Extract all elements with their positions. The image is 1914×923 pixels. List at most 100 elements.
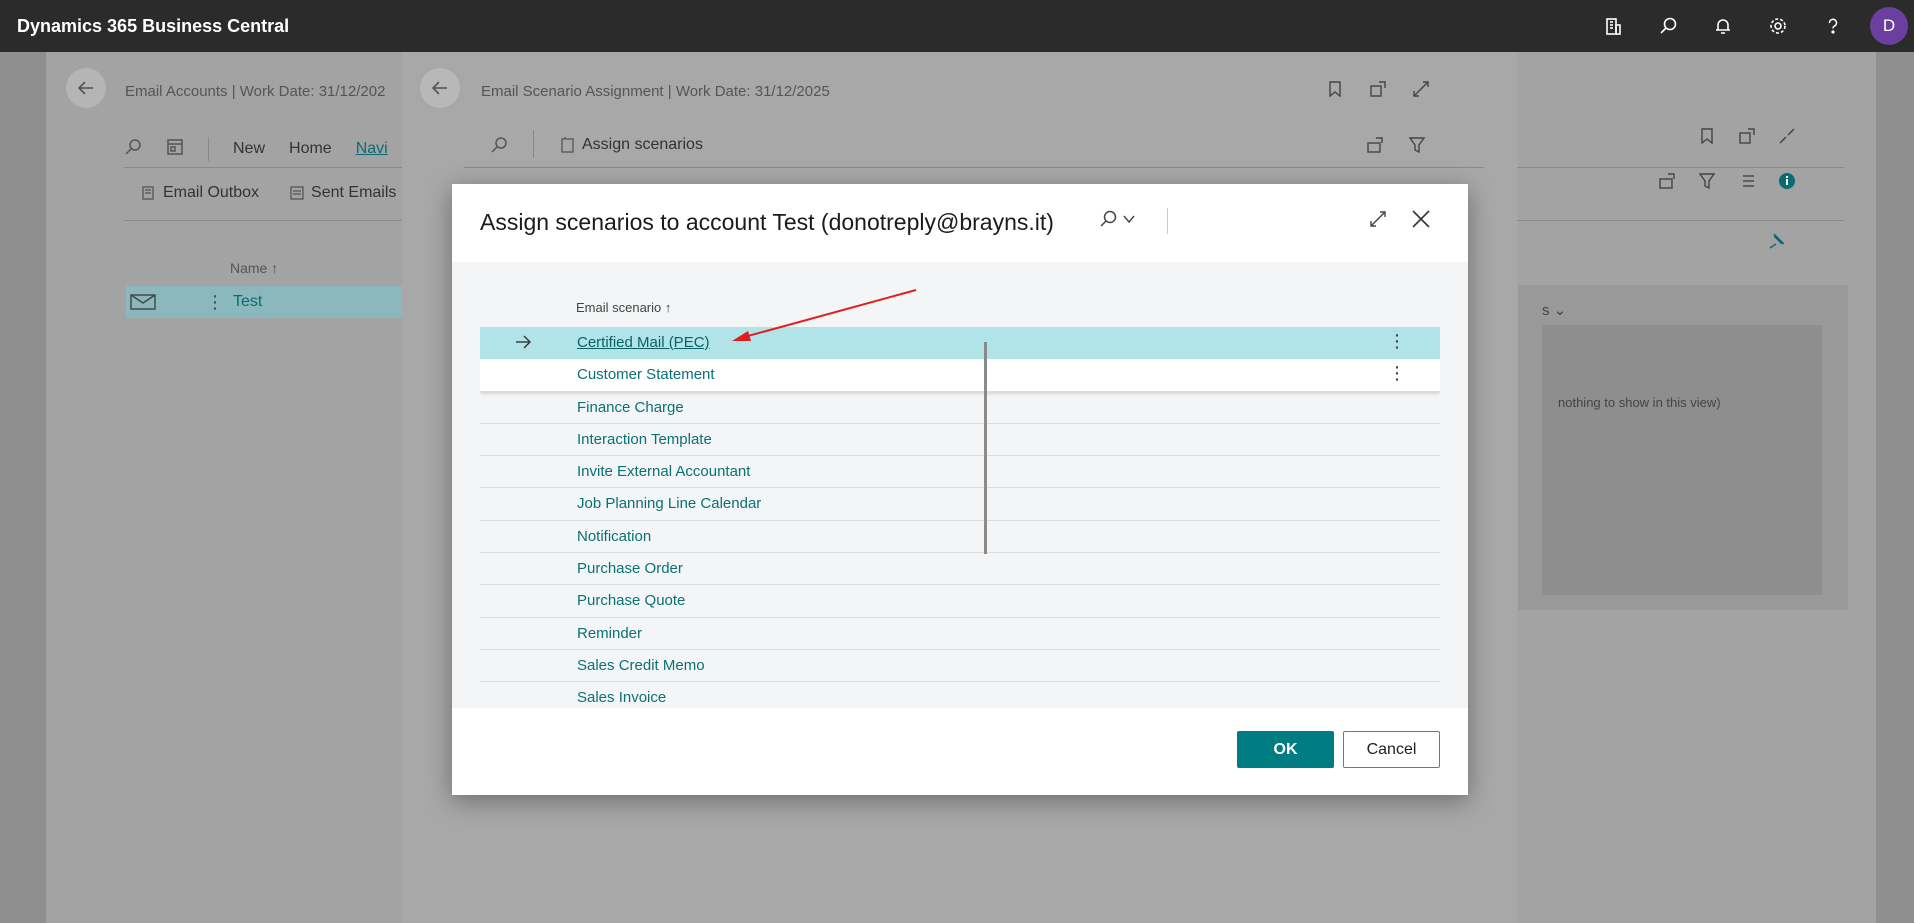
toolbar: New Home Navi [124, 134, 412, 164]
list-actions [1658, 172, 1796, 190]
list-item[interactable]: Purchase Order [480, 553, 1440, 586]
scenario-name[interactable]: Job Planning Line Calendar [577, 495, 761, 512]
sent-icon [290, 186, 304, 200]
info-icon[interactable] [1778, 172, 1796, 190]
help-icon[interactable] [1805, 0, 1860, 52]
bookmark-icon[interactable] [1698, 127, 1716, 145]
scenario-list: Certified Mail (PEC) ⋮ Customer Statemen… [480, 327, 1440, 708]
page-actions [1326, 80, 1430, 98]
column-header-email-scenario[interactable]: Email scenario ↑ [576, 300, 671, 315]
back-button[interactable] [66, 68, 106, 108]
scenario-name[interactable]: Invite External Accountant [577, 463, 750, 480]
filter-icon[interactable] [1408, 136, 1426, 154]
action-bar: Email Outbox Sent Emails [141, 184, 396, 202]
collapse-icon[interactable] [1778, 127, 1796, 145]
tab-home[interactable]: Home [289, 140, 332, 158]
scenario-name[interactable]: Notification [577, 528, 651, 545]
assign-scenarios-dialog: Assign scenarios to account Test (donotr… [452, 184, 1468, 795]
divider [208, 137, 209, 161]
email-outbox-button[interactable]: Email Outbox [141, 184, 259, 202]
outbox-icon [142, 186, 154, 200]
document-icon [561, 137, 574, 153]
page-title: Email Accounts | Work Date: 31/12/202 [125, 83, 386, 100]
close-icon[interactable] [1409, 207, 1433, 236]
share-icon[interactable] [1366, 136, 1384, 154]
search-icon[interactable] [124, 138, 142, 161]
cancel-button[interactable]: Cancel [1343, 731, 1440, 768]
search-icon [1100, 210, 1117, 227]
chevron-down-icon [1123, 215, 1135, 224]
list-item[interactable]: Purchase Quote [480, 585, 1440, 618]
filter-icon[interactable] [1698, 172, 1716, 190]
list-item[interactable]: Interaction Template [480, 424, 1440, 457]
tab-navigate[interactable]: Navi [356, 140, 388, 158]
scrollbar[interactable] [984, 342, 987, 554]
search-button[interactable] [1098, 209, 1136, 229]
assign-scenarios-button[interactable]: Assign scenarios [560, 136, 703, 154]
app-title: Dynamics 365 Business Central [17, 15, 290, 36]
expand-icon[interactable] [1412, 80, 1430, 98]
dialog-body: Email scenario ↑ Certified Mail (PEC) ⋮ … [452, 262, 1468, 708]
scenario-name[interactable]: Reminder [577, 625, 642, 642]
factbox: s ⌄ nothing to show in this view) [1518, 285, 1848, 610]
list-item[interactable]: Reminder [480, 618, 1440, 650]
list-item[interactable]: Job Planning Line Calendar [480, 488, 1440, 521]
open-new-window-icon[interactable] [1369, 80, 1387, 98]
empty-message: nothing to show in this view) [1558, 395, 1721, 410]
list-item[interactable]: Customer Statement ⋮ [480, 359, 1440, 392]
assign-scenarios-label: Assign scenarios [582, 136, 703, 153]
row-menu-icon[interactable]: ⋮ [206, 292, 224, 313]
divider [533, 130, 534, 158]
share-icon[interactable] [1658, 172, 1676, 190]
scenario-name[interactable]: Sales Invoice [577, 689, 666, 706]
email-outbox-label: Email Outbox [163, 184, 260, 201]
back-button[interactable] [420, 68, 460, 108]
list-item[interactable]: Sales Invoice [480, 682, 1440, 708]
pin-icon[interactable] [1768, 232, 1786, 255]
divider [1167, 208, 1168, 234]
new-button[interactable]: New [233, 140, 265, 158]
row-menu-icon[interactable]: ⋮ [1388, 363, 1406, 384]
row-menu-icon[interactable]: ⋮ [1388, 331, 1406, 352]
account-name[interactable]: Test [233, 293, 262, 311]
list-item[interactable]: Invite External Accountant [480, 456, 1440, 489]
expand-icon[interactable] [1368, 209, 1388, 234]
scenario-name[interactable]: Finance Charge [577, 399, 684, 416]
scenario-name[interactable]: Interaction Template [577, 431, 712, 448]
list-item[interactable]: Notification [480, 521, 1440, 554]
factbox-panel [1542, 325, 1822, 595]
envelope-icon [130, 294, 156, 310]
arrow-right-icon [516, 335, 531, 349]
gear-icon[interactable] [1750, 0, 1805, 52]
bookmark-icon[interactable] [1326, 80, 1344, 98]
page-actions [1698, 127, 1796, 145]
scenario-name[interactable]: Customer Statement [577, 366, 715, 383]
column-header-name[interactable]: Name ↑ [230, 260, 278, 276]
search-icon[interactable] [1640, 0, 1695, 52]
search-icon[interactable] [490, 136, 508, 159]
arrow-left-icon [431, 81, 447, 95]
bell-icon[interactable] [1695, 0, 1750, 52]
factbox-header[interactable]: s ⌄ [1542, 301, 1566, 319]
open-new-window-icon[interactable] [1738, 127, 1756, 145]
scenario-name[interactable]: Purchase Quote [577, 592, 685, 609]
scenario-name[interactable]: Certified Mail (PEC) [577, 334, 710, 351]
dialog-title: Assign scenarios to account Test (donotr… [480, 209, 1054, 235]
list-view-icon[interactable] [1738, 172, 1756, 190]
scenario-name[interactable]: Purchase Order [577, 560, 683, 577]
sent-emails-label: Sent Emails [311, 184, 397, 201]
list-actions [1366, 136, 1426, 154]
company-icon[interactable] [1585, 0, 1640, 52]
sent-emails-button[interactable]: Sent Emails [289, 184, 396, 202]
edit-list-icon[interactable] [166, 138, 184, 161]
avatar[interactable]: D [1870, 7, 1908, 45]
ok-button[interactable]: OK [1237, 731, 1334, 768]
page-title: Email Scenario Assignment | Work Date: 3… [481, 83, 830, 100]
list-item[interactable]: Finance Charge [480, 392, 1440, 424]
list-item[interactable]: Certified Mail (PEC) ⋮ [480, 327, 1440, 360]
arrow-left-icon [77, 81, 93, 95]
scenario-name[interactable]: Sales Credit Memo [577, 657, 705, 674]
app-bar: Dynamics 365 Business Central D [0, 0, 1914, 52]
list-item[interactable]: Sales Credit Memo [480, 650, 1440, 683]
divider [464, 167, 1484, 168]
